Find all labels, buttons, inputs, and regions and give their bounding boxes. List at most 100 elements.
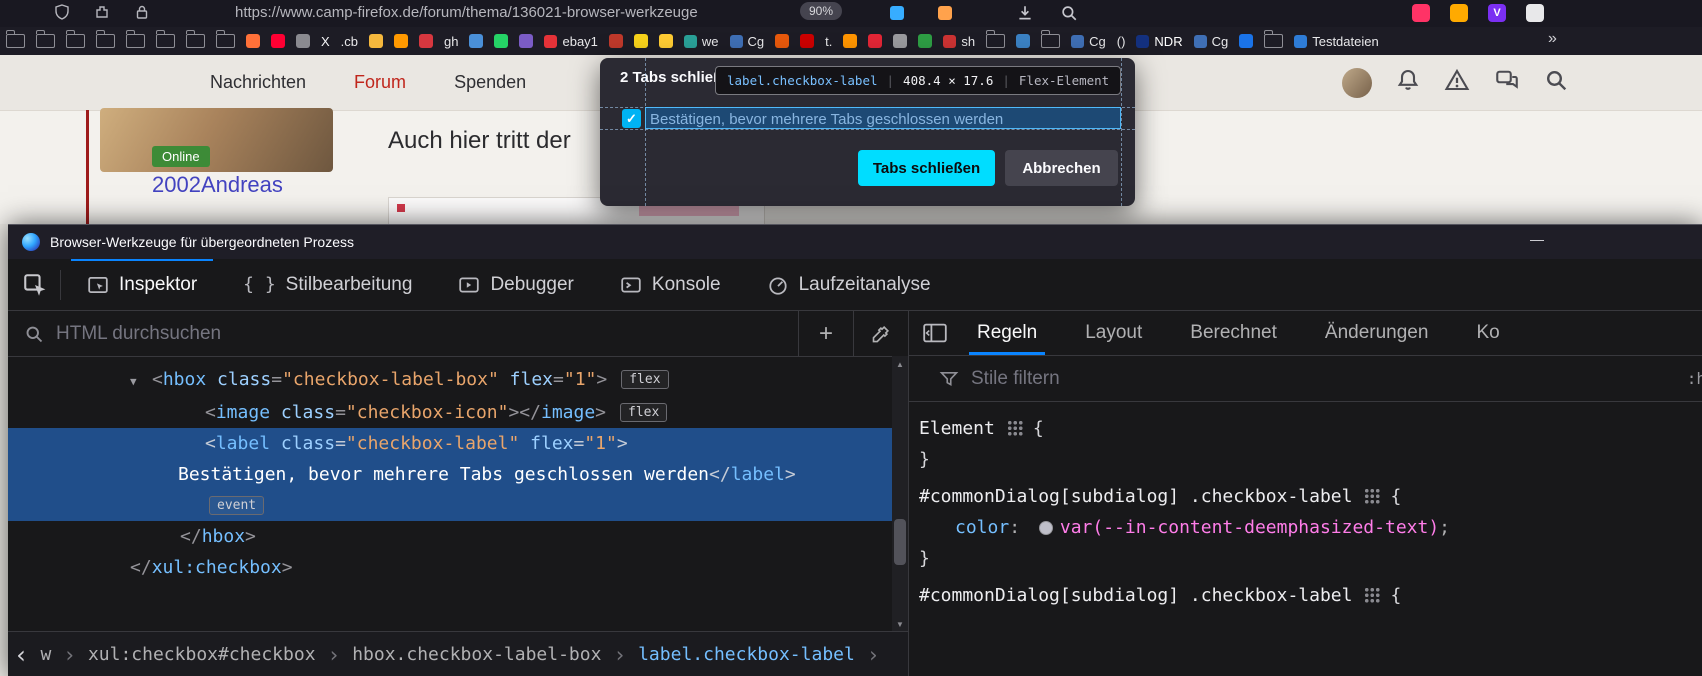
tab-laufzeitanalyse[interactable]: Laufzeitanalyse xyxy=(757,259,941,310)
bookmark-favicon[interactable] xyxy=(419,34,433,48)
css-rule-selector[interactable]: #commonDialog[subdialog] .checkbox-label… xyxy=(919,580,1702,611)
warning-icon[interactable] xyxy=(1444,68,1470,97)
tab-debugger[interactable]: Debugger xyxy=(448,259,583,310)
bookmark-item[interactable]: sh xyxy=(943,34,975,49)
bookmark-favicon[interactable] xyxy=(296,34,310,48)
markup-node-line[interactable]: </hbox> xyxy=(8,521,892,552)
bookmark-folder-icon[interactable] xyxy=(36,34,55,48)
bookmark-folder-icon[interactable] xyxy=(96,34,115,48)
bookmark-favicon[interactable] xyxy=(659,34,673,48)
bookmark-item[interactable]: Testdateien xyxy=(1294,34,1379,49)
bookmark-item[interactable]: t. xyxy=(825,34,832,49)
breadcrumb-item[interactable]: w xyxy=(40,644,51,665)
lock-icon[interactable] xyxy=(134,4,150,25)
bookmark-folder-icon[interactable] xyxy=(1264,34,1283,48)
shield-icon[interactable] xyxy=(54,4,70,25)
bookmark-item[interactable]: Cg xyxy=(1071,34,1106,49)
nav-item-forum[interactable]: Forum xyxy=(354,72,406,93)
bookmark-favicon[interactable] xyxy=(800,34,814,48)
bell-icon[interactable] xyxy=(1396,68,1420,97)
bookmark-favicon[interactable] xyxy=(369,34,383,48)
username-link[interactable]: 2002Andreas xyxy=(152,172,283,198)
bookmark-favicon[interactable] xyxy=(609,34,623,48)
bookmark-item[interactable]: gh xyxy=(444,34,458,49)
extension-icon-light[interactable] xyxy=(1526,4,1544,22)
bookmark-folder-icon[interactable] xyxy=(126,34,145,48)
bookmark-favicon[interactable] xyxy=(519,34,533,48)
devtools-titlebar[interactable]: Browser-Werkzeuge für übergeordneten Pro… xyxy=(8,225,1702,259)
bookmark-favicon[interactable] xyxy=(469,34,483,48)
bookmark-item[interactable]: we xyxy=(684,34,719,49)
bookmark-folder-icon[interactable] xyxy=(186,34,205,48)
zoom-badge[interactable]: 90% xyxy=(800,2,842,20)
container-tab-icon[interactable] xyxy=(890,6,904,20)
css-rule-selector[interactable]: Element{ xyxy=(919,413,1702,444)
bookmark-favicon[interactable] xyxy=(394,34,408,48)
extension-icon[interactable] xyxy=(94,4,110,25)
cancel-button[interactable]: Abbrechen xyxy=(1005,150,1118,186)
url-text[interactable]: https://www.camp-firefox.de/forum/thema/… xyxy=(235,4,698,21)
bookmark-folder-icon[interactable] xyxy=(156,34,175,48)
bookmarks-overflow-chevron-icon[interactable]: » xyxy=(1548,30,1557,48)
bookmark-favicon[interactable] xyxy=(868,34,882,48)
panel-splitter[interactable] xyxy=(908,311,909,676)
bookmark-folder-icon[interactable] xyxy=(1041,34,1060,48)
extension-icon-orange[interactable] xyxy=(1450,4,1468,22)
breadcrumb-scroll-left-icon[interactable]: ‹ xyxy=(14,641,28,669)
css-rule-close[interactable]: } xyxy=(919,543,1702,574)
scroll-down-icon[interactable]: ▼ xyxy=(892,616,908,632)
add-node-button[interactable]: + xyxy=(798,311,853,356)
extension-icon-pink[interactable] xyxy=(1412,4,1430,22)
tab-konsole[interactable]: Konsole xyxy=(610,259,731,310)
tab-inspektor[interactable]: Inspektor xyxy=(77,259,207,310)
bookmark-favicon[interactable] xyxy=(634,34,648,48)
markup-node-line[interactable]: <label class="checkbox-label" flex="1"> xyxy=(8,428,892,459)
eyedropper-icon[interactable] xyxy=(853,311,908,356)
tab-kompatibilitaet[interactable]: Ko xyxy=(1472,311,1503,355)
tab-regeln[interactable]: Regeln xyxy=(973,311,1041,355)
bookmark-favicon[interactable] xyxy=(893,34,907,48)
close-tabs-button[interactable]: Tabs schließen xyxy=(858,150,995,186)
minimize-button[interactable]: — xyxy=(1530,231,1544,247)
chat-icon[interactable] xyxy=(1494,68,1520,97)
bookmark-item[interactable]: ebay1 xyxy=(544,34,597,49)
bookmark-item[interactable]: () xyxy=(1117,34,1126,49)
expand-arrow-icon[interactable]: ▼ xyxy=(130,366,152,397)
extension-icon-video[interactable]: V xyxy=(1488,4,1506,22)
highlight-icon[interactable] xyxy=(938,6,952,20)
bookmark-favicon[interactable] xyxy=(918,34,932,48)
bookmark-item[interactable]: Cg xyxy=(730,34,765,49)
bookmark-favicon[interactable] xyxy=(271,34,285,48)
confirm-checkbox[interactable]: ✓ xyxy=(622,109,641,128)
bookmark-favicon[interactable] xyxy=(1016,34,1030,48)
markup-node-line[interactable]: Bestätigen, bevor mehrere Tabs geschloss… xyxy=(8,459,892,490)
bookmark-favicon[interactable] xyxy=(843,34,857,48)
sidebar-toggle-icon[interactable] xyxy=(923,323,947,343)
css-rule-selector[interactable]: #commonDialog[subdialog] .checkbox-label… xyxy=(919,481,1702,512)
bookmark-folder-icon[interactable] xyxy=(216,34,235,48)
scrollbar-thumb[interactable] xyxy=(894,519,906,565)
page-search-icon[interactable] xyxy=(1544,68,1568,97)
markup-badge[interactable]: flex xyxy=(620,403,667,422)
search-icon[interactable] xyxy=(1060,4,1078,27)
breadcrumb-item[interactable]: label.checkbox-label xyxy=(638,644,855,665)
tab-berechnet[interactable]: Berechnet xyxy=(1186,311,1281,355)
tab-stilbearbeitung[interactable]: { } Stilbearbeitung xyxy=(233,259,422,310)
nav-item-spenden[interactable]: Spenden xyxy=(454,72,526,93)
markup-node-line[interactable]: event xyxy=(8,490,892,521)
markup-search-input[interactable]: HTML durchsuchen xyxy=(56,323,221,345)
bookmark-folder-icon[interactable] xyxy=(986,34,1005,48)
download-icon[interactable] xyxy=(1016,4,1034,27)
css-declaration[interactable]: color: var(--in-content-deemphasized-tex… xyxy=(919,512,1702,543)
avatar[interactable] xyxy=(1342,68,1372,98)
element-picker-button[interactable] xyxy=(22,272,48,298)
bookmark-item[interactable]: X xyxy=(321,34,330,49)
breadcrumb-item[interactable]: xul:checkbox#checkbox xyxy=(88,644,316,665)
style-filter-input[interactable]: Stile filtern xyxy=(971,368,1060,390)
bookmark-item[interactable]: .cb xyxy=(341,34,358,49)
markup-node-line[interactable]: <image class="checkbox-icon"></image>fle… xyxy=(8,397,892,428)
markup-badge[interactable]: event xyxy=(209,496,264,515)
tab-layout[interactable]: Layout xyxy=(1081,311,1146,355)
tab-aenderungen[interactable]: Änderungen xyxy=(1321,311,1433,355)
bookmark-favicon[interactable] xyxy=(246,34,260,48)
